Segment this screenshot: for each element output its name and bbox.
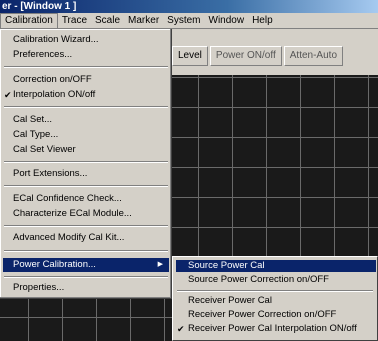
menu-separator	[4, 106, 168, 108]
menu-item-label: Cal Set Viewer	[13, 144, 76, 155]
menu-separator	[4, 161, 168, 163]
menu-item-label: Power Calibration...	[13, 259, 96, 270]
check-icon: ✔	[177, 324, 185, 334]
menu-item-label: Preferences...	[13, 49, 73, 60]
menu-item-characterize-ecal[interactable]: Characterize ECal Module...	[3, 207, 169, 221]
submenu-item-receiver-power-cal[interactable]: Receiver Power Cal	[176, 295, 376, 307]
menu-item-label: Cal Type...	[13, 129, 59, 140]
menu-item-port-extensions[interactable]: Port Extensions...	[3, 167, 169, 181]
atten-auto-button[interactable]: Atten-Auto	[283, 46, 344, 66]
menu-bar: Calibration Trace Scale Marker System Wi…	[0, 12, 378, 29]
submenu-item-label: Receiver Power Cal Interpolation ON/off	[188, 323, 357, 334]
submenu-item-receiver-power-cal-interpolation[interactable]: ✔ Receiver Power Cal Interpolation ON/off	[176, 323, 376, 335]
menu-item-ecal-confidence-check[interactable]: ECal Confidence Check...	[3, 192, 169, 206]
menu-item-properties[interactable]: Properties...	[3, 281, 169, 295]
menu-system[interactable]: System	[163, 13, 204, 29]
menu-separator	[4, 250, 168, 252]
menu-item-label: Properties...	[13, 282, 65, 293]
menu-item-power-calibration[interactable]: Power Calibration... ▶	[3, 258, 169, 272]
menu-trace[interactable]: Trace	[58, 13, 91, 29]
menu-separator	[4, 66, 168, 68]
menu-item-advanced-modify-cal-kit[interactable]: Advanced Modify Cal Kit...	[3, 231, 169, 245]
menu-calibration[interactable]: Calibration	[0, 12, 58, 29]
menu-scale[interactable]: Scale	[91, 13, 124, 29]
menu-item-label: Advanced Modify Cal Kit...	[13, 232, 125, 243]
menu-help[interactable]: Help	[248, 13, 277, 29]
menu-marker[interactable]: Marker	[124, 13, 163, 29]
submenu-item-label: Source Power Cal	[188, 260, 265, 271]
menu-item-preferences[interactable]: Preferences...	[3, 48, 169, 62]
window-title: er - [Window 1 ]	[2, 1, 77, 12]
menu-item-label: Port Extensions...	[13, 168, 88, 179]
submenu-item-source-power-correction[interactable]: Source Power Correction on/OFF	[176, 274, 376, 286]
toolbar: Level Power ON/off Atten-Auto	[172, 42, 378, 72]
power-on-off-button[interactable]: Power ON/off	[209, 46, 282, 66]
menu-item-label: Calibration Wizard...	[13, 34, 99, 45]
submenu-item-receiver-power-correction[interactable]: Receiver Power Correction on/OFF	[176, 309, 376, 321]
menu-window[interactable]: Window	[205, 13, 249, 29]
menu-separator	[177, 290, 373, 292]
calibration-menu: Calibration Wizard... Preferences... Cor…	[0, 29, 172, 299]
submenu-arrow-icon: ▶	[157, 261, 163, 268]
menu-item-interpolation[interactable]: ✔ Interpolation ON/off	[3, 88, 169, 102]
power-calibration-submenu: Source Power Cal Source Power Correction…	[172, 256, 378, 341]
level-button[interactable]: Level	[172, 46, 208, 66]
menu-item-cal-set-viewer[interactable]: Cal Set Viewer	[3, 143, 169, 157]
submenu-item-label: Source Power Correction on/OFF	[188, 274, 329, 285]
menu-separator	[4, 276, 168, 278]
menu-item-correction[interactable]: Correction on/OFF	[3, 73, 169, 87]
menu-separator	[4, 185, 168, 187]
menu-separator	[4, 225, 168, 227]
menu-item-cal-type[interactable]: Cal Type...	[3, 128, 169, 142]
submenu-item-label: Receiver Power Correction on/OFF	[188, 309, 337, 320]
menu-item-calibration-wizard[interactable]: Calibration Wizard...	[3, 33, 169, 47]
window-title-bar: er - [Window 1 ]	[0, 0, 378, 13]
submenu-item-source-power-cal[interactable]: Source Power Cal	[176, 260, 376, 272]
menu-item-label: ECal Confidence Check...	[13, 193, 122, 204]
menu-item-label: Correction on/OFF	[13, 74, 92, 85]
check-icon: ✔	[4, 90, 12, 100]
menu-item-label: Interpolation ON/off	[13, 89, 96, 100]
menu-item-label: Characterize ECal Module...	[13, 208, 132, 219]
submenu-item-label: Receiver Power Cal	[188, 295, 272, 306]
menu-item-label: Cal Set...	[13, 114, 53, 125]
menu-item-cal-set[interactable]: Cal Set...	[3, 113, 169, 127]
